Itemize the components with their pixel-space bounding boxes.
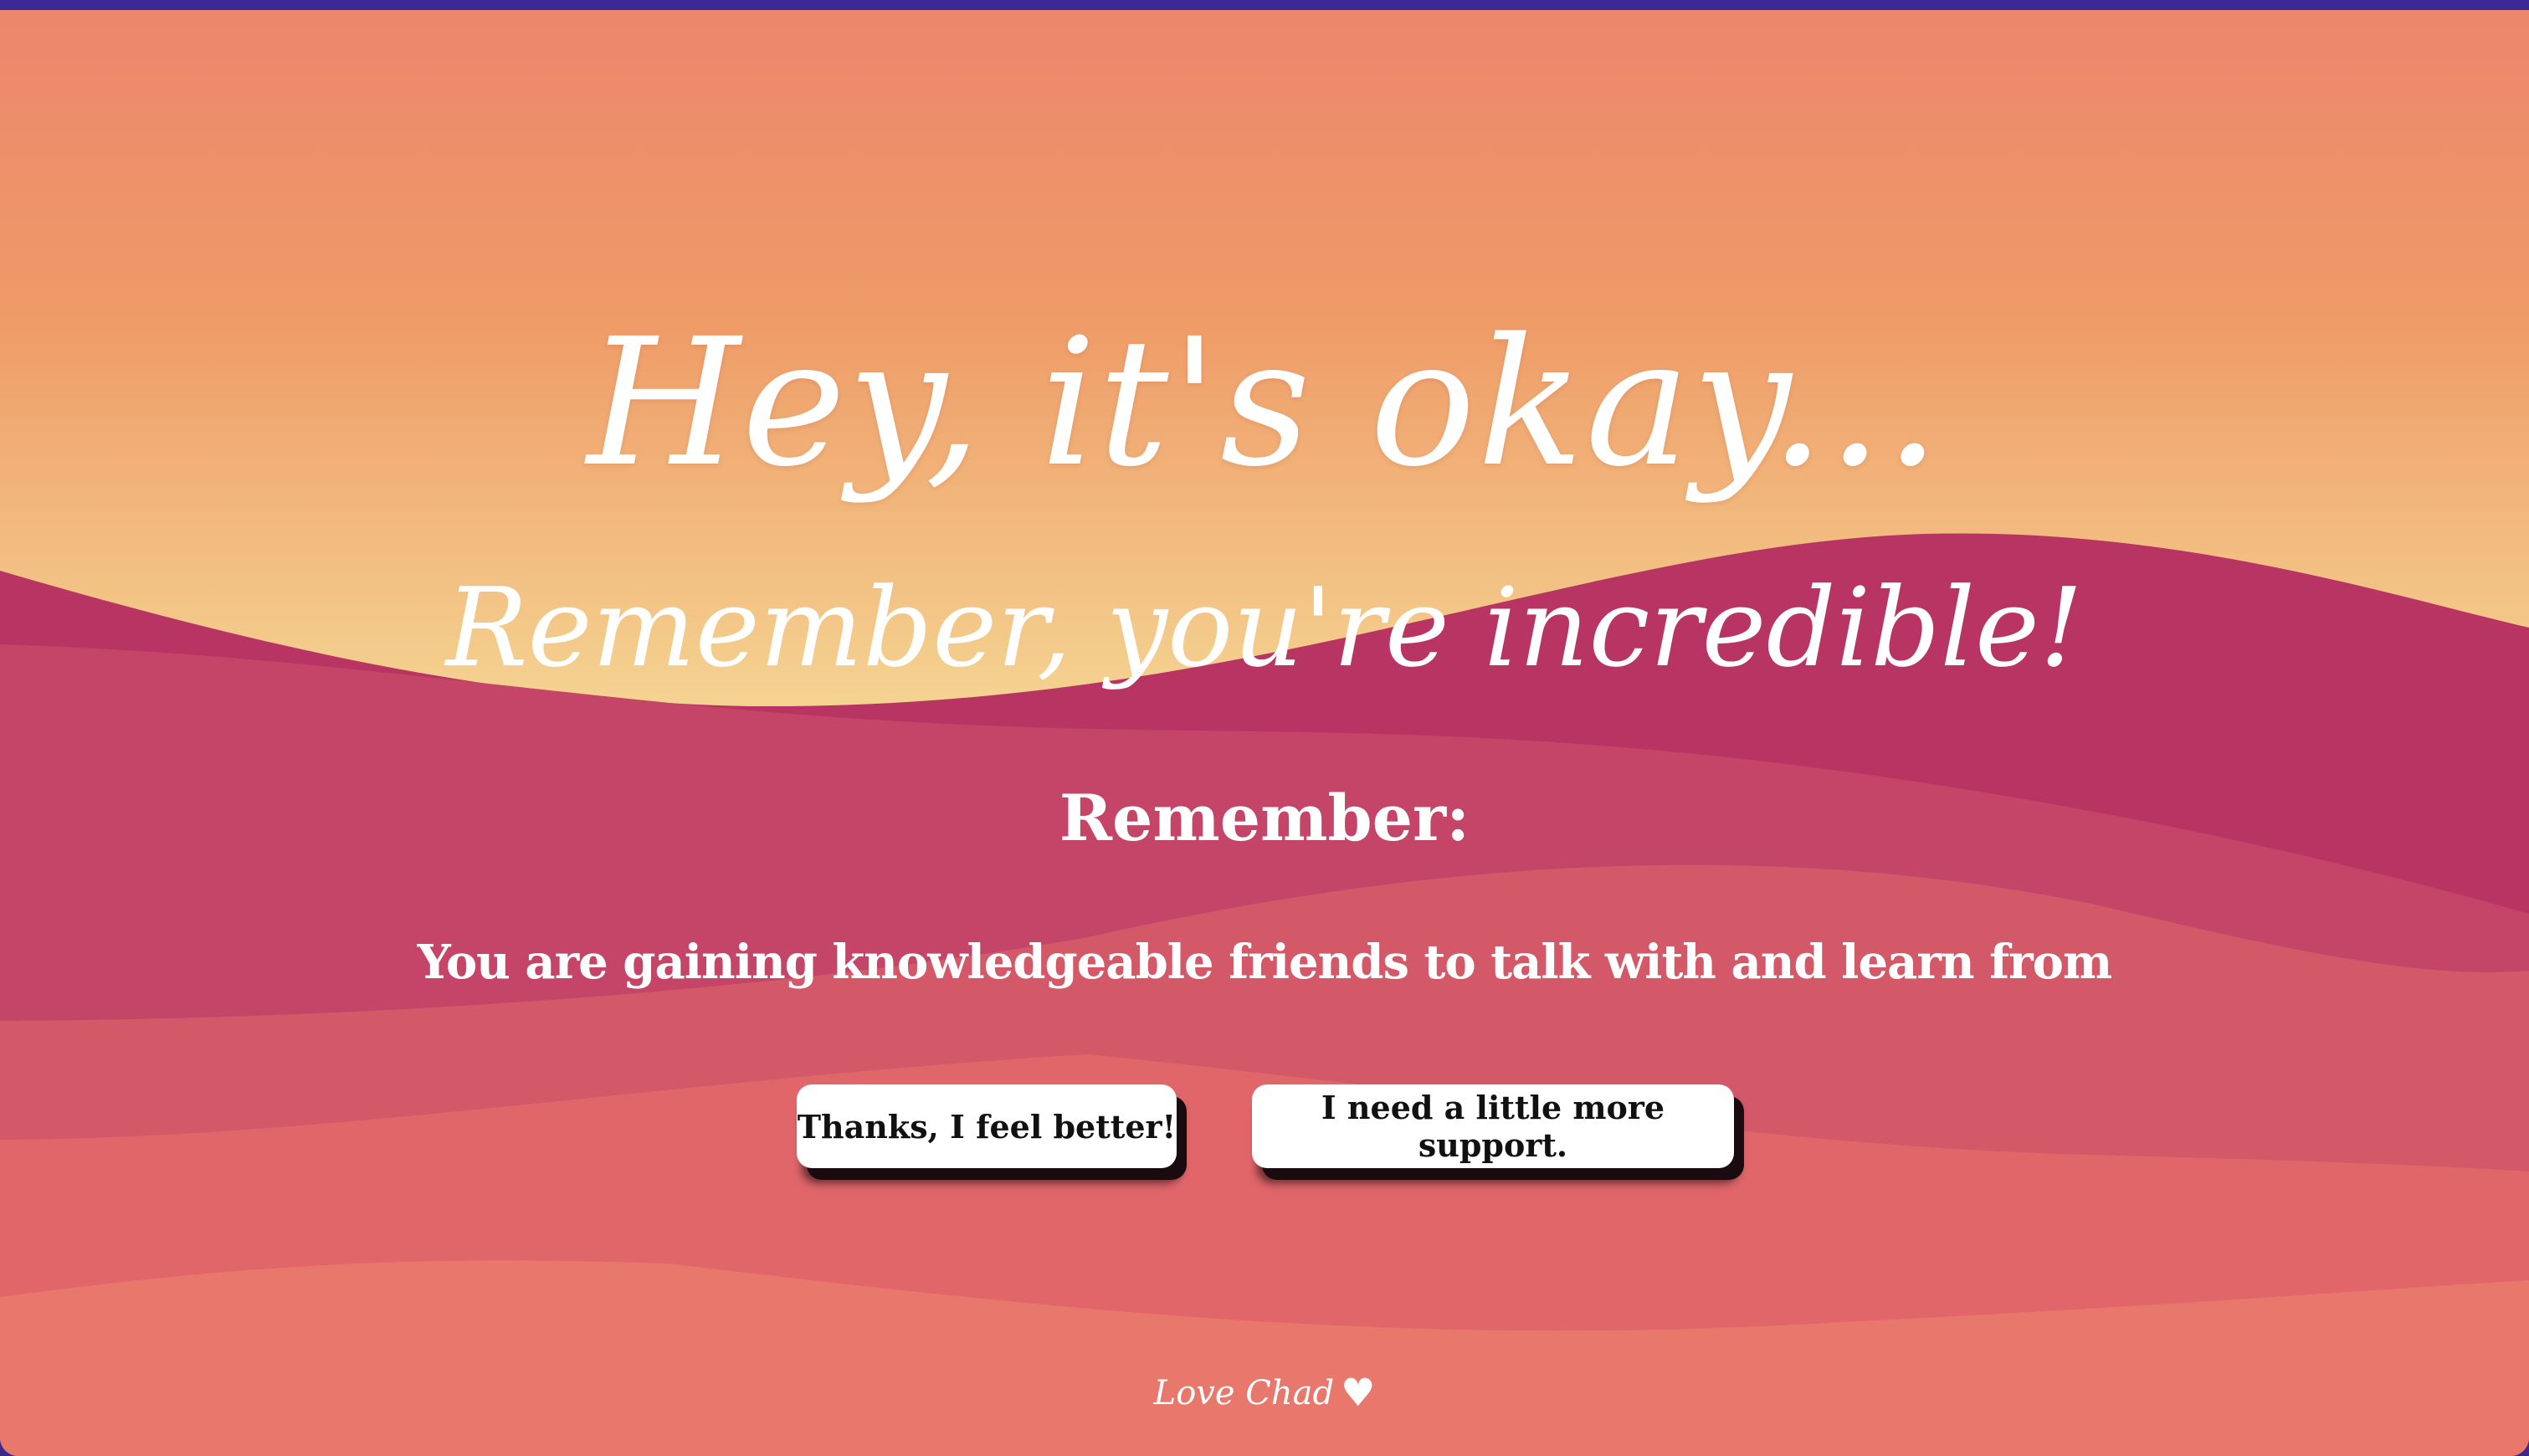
more-support-button[interactable]: I need a little more support. — [1252, 1084, 1734, 1168]
page-subheadline: Remember, you're incredible! — [445, 564, 2084, 691]
main-content: Hey, it's okay... Remember, you're incre… — [0, 8, 2529, 1456]
page-canvas: Hey, it's okay... Remember, you're incre… — [0, 8, 2529, 1456]
remember-label: Remember: — [1059, 781, 1470, 855]
page-headline: Hey, it's okay... — [587, 300, 1942, 505]
feel-better-button[interactable]: Thanks, I feel better! — [797, 1084, 1177, 1168]
top-accent-bar — [0, 0, 2529, 10]
footer-signature: Love Chad ♥ — [0, 1367, 2529, 1418]
heart-icon: ♥ — [1341, 1370, 1376, 1415]
encouragement-message: You are gaining knowledgeable friends to… — [417, 935, 2113, 990]
signature-text: Love Chad — [1153, 1374, 1335, 1412]
